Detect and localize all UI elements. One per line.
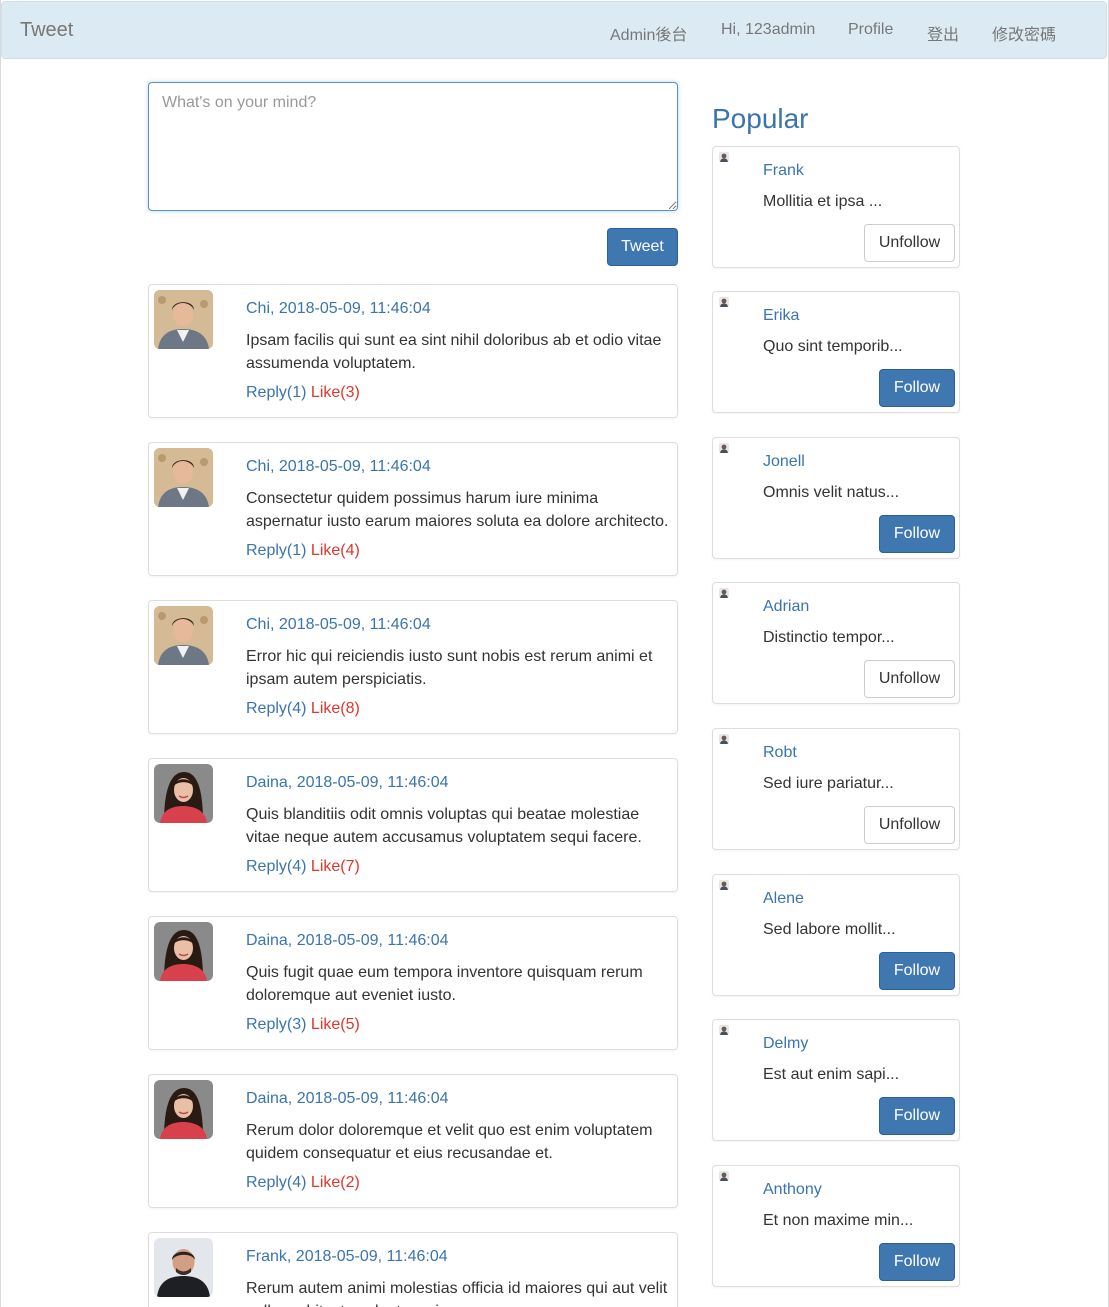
tweet-actions: Reply(1) Like(4) [246,542,360,560]
user-avatar[interactable] [719,588,729,598]
like-link[interactable]: Like(8) [311,700,360,717]
nav-logout-link[interactable]: 登出 [927,21,959,45]
popular-user-name[interactable]: Frank [763,162,804,180]
popular-user-desc: Distinctio tempor... [763,629,895,646]
tweet-actions: Reply(4) Like(8) [246,700,360,718]
popular-user-name[interactable]: Erika [763,307,799,325]
popular-user-name[interactable]: Anthony [763,1181,822,1199]
tweet-card: Daina, 2018-05-09, 11:46:04 Quis blandit… [148,758,678,892]
follow-button[interactable]: Follow [879,1243,955,1281]
popular-user-card: Robt Sed iure pariatur... Unfollow [712,728,960,850]
popular-user-name[interactable]: Alene [763,890,804,908]
nav-change-password-link[interactable]: 修改密碼 [992,21,1056,45]
popular-user-card: Erika Quo sint temporib... Follow [712,291,960,413]
like-link[interactable]: Like(3) [311,384,360,401]
tweet-actions: Reply(4) Like(7) [246,858,360,876]
tweet-submit-button[interactable]: Tweet [607,228,678,266]
follow-button[interactable]: Follow [879,369,955,407]
popular-user-card: Anthony Et non maxime min... Follow [712,1165,960,1287]
unfollow-button[interactable]: Unfollow [864,660,955,698]
tweet-card: Daina, 2018-05-09, 11:46:04 Rerum dolor … [148,1074,678,1208]
tweet-actions: Reply(4) Like(2) [246,1174,360,1192]
reply-link[interactable]: Reply(4) [246,858,306,875]
popular-user-card: Adrian Distinctio tempor... Unfollow [712,582,960,704]
user-avatar[interactable] [154,922,213,981]
tweet-card: Chi, 2018-05-09, 11:46:04 Consectetur qu… [148,442,678,576]
user-avatar[interactable] [154,1080,213,1139]
popular-heading: Popular [712,103,809,134]
popular-user-card: Delmy Est aut enim sapi... Follow [712,1019,960,1141]
popular-user-card: Frank Mollitia et ipsa ... Unfollow [712,146,960,268]
reply-link[interactable]: Reply(4) [246,700,306,717]
unfollow-button[interactable]: Unfollow [864,806,955,844]
tweet-author-timestamp[interactable]: Chi, 2018-05-09, 11:46:04 [246,300,431,318]
user-avatar[interactable] [719,1025,729,1035]
tweet-compose-input[interactable] [148,82,678,211]
popular-user-desc: Quo sint temporib... [763,338,903,355]
like-link[interactable]: Like(5) [311,1016,360,1033]
tweet-card: Chi, 2018-05-09, 11:46:04 Error hic qui … [148,600,678,734]
navbar: Tweet Admin後台 Hi, 123admin Profile 登出 修改… [1,1,1107,59]
user-avatar[interactable] [719,1171,729,1181]
popular-user-card: Jonell Omnis velit natus... Follow [712,437,960,559]
user-avatar[interactable] [719,443,729,453]
popular-user-desc: Sed iure pariatur... [763,775,894,792]
tweet-author-timestamp[interactable]: Daina, 2018-05-09, 11:46:04 [246,774,449,792]
popular-user-desc: Mollitia et ipsa ... [763,193,883,210]
user-avatar[interactable] [154,448,213,507]
user-avatar[interactable] [154,606,213,665]
tweet-card: Frank, 2018-05-09, 11:46:04 Rerum autem … [148,1232,678,1307]
user-avatar[interactable] [154,764,213,823]
user-avatar[interactable] [154,290,213,349]
tweet-text: Quis blanditiis odit omnis voluptas qui … [246,806,642,846]
tweet-text: Ipsam facilis qui sunt ea sint nihil dol… [246,332,662,372]
tweet-text: Error hic qui reiciendis iusto sunt nobi… [246,648,653,688]
user-avatar[interactable] [719,880,729,890]
nav-admin-link[interactable]: Admin後台 [610,21,687,45]
nav-profile-link[interactable]: Profile [848,21,893,39]
follow-button[interactable]: Follow [879,1097,955,1135]
tweet-actions: Reply(1) Like(3) [246,384,360,402]
popular-user-name[interactable]: Robt [763,744,797,762]
like-link[interactable]: Like(2) [311,1174,360,1191]
nav-user-greeting[interactable]: Hi, 123admin [721,21,815,39]
brand-link[interactable]: Tweet [20,19,73,42]
unfollow-button[interactable]: Unfollow [864,224,955,262]
user-avatar[interactable] [719,734,729,744]
tweet-actions: Reply(3) Like(5) [246,1016,360,1034]
user-avatar[interactable] [719,297,729,307]
user-avatar[interactable] [154,1238,213,1297]
reply-link[interactable]: Reply(1) [246,542,306,559]
tweet-text: Rerum autem animi molestias officia id m… [246,1280,668,1307]
tweet-card: Daina, 2018-05-09, 11:46:04 Quis fugit q… [148,916,678,1050]
follow-button[interactable]: Follow [879,515,955,553]
tweet-author-timestamp[interactable]: Daina, 2018-05-09, 11:46:04 [246,1090,449,1108]
follow-button[interactable]: Follow [879,952,955,990]
tweet-text: Quis fugit quae eum tempora inventore qu… [246,964,643,1004]
popular-user-desc: Sed labore mollit... [763,921,896,938]
tweet-author-timestamp[interactable]: Daina, 2018-05-09, 11:46:04 [246,932,449,950]
like-link[interactable]: Like(7) [311,858,360,875]
reply-link[interactable]: Reply(1) [246,384,306,401]
popular-user-desc: Omnis velit natus... [763,484,900,501]
tweet-card: Chi, 2018-05-09, 11:46:04 Ipsam facilis … [148,284,678,418]
popular-user-desc: Est aut enim sapi... [763,1066,900,1083]
tweet-author-timestamp[interactable]: Chi, 2018-05-09, 11:46:04 [246,616,431,634]
popular-user-name[interactable]: Jonell [763,453,805,471]
popular-user-card: Alene Sed labore mollit... Follow [712,874,960,996]
tweet-text: Consectetur quidem possimus harum iure m… [246,490,669,530]
popular-user-desc: Et non maxime min... [763,1212,914,1229]
tweet-author-timestamp[interactable]: Frank, 2018-05-09, 11:46:04 [246,1248,448,1266]
user-avatar[interactable] [719,152,729,162]
popular-user-name[interactable]: Adrian [763,598,809,616]
reply-link[interactable]: Reply(3) [246,1016,306,1033]
reply-link[interactable]: Reply(4) [246,1174,306,1191]
tweet-author-timestamp[interactable]: Chi, 2018-05-09, 11:46:04 [246,458,431,476]
tweet-text: Rerum dolor doloremque et velit quo est … [246,1122,653,1162]
popular-user-name[interactable]: Delmy [763,1035,808,1053]
like-link[interactable]: Like(4) [311,542,360,559]
